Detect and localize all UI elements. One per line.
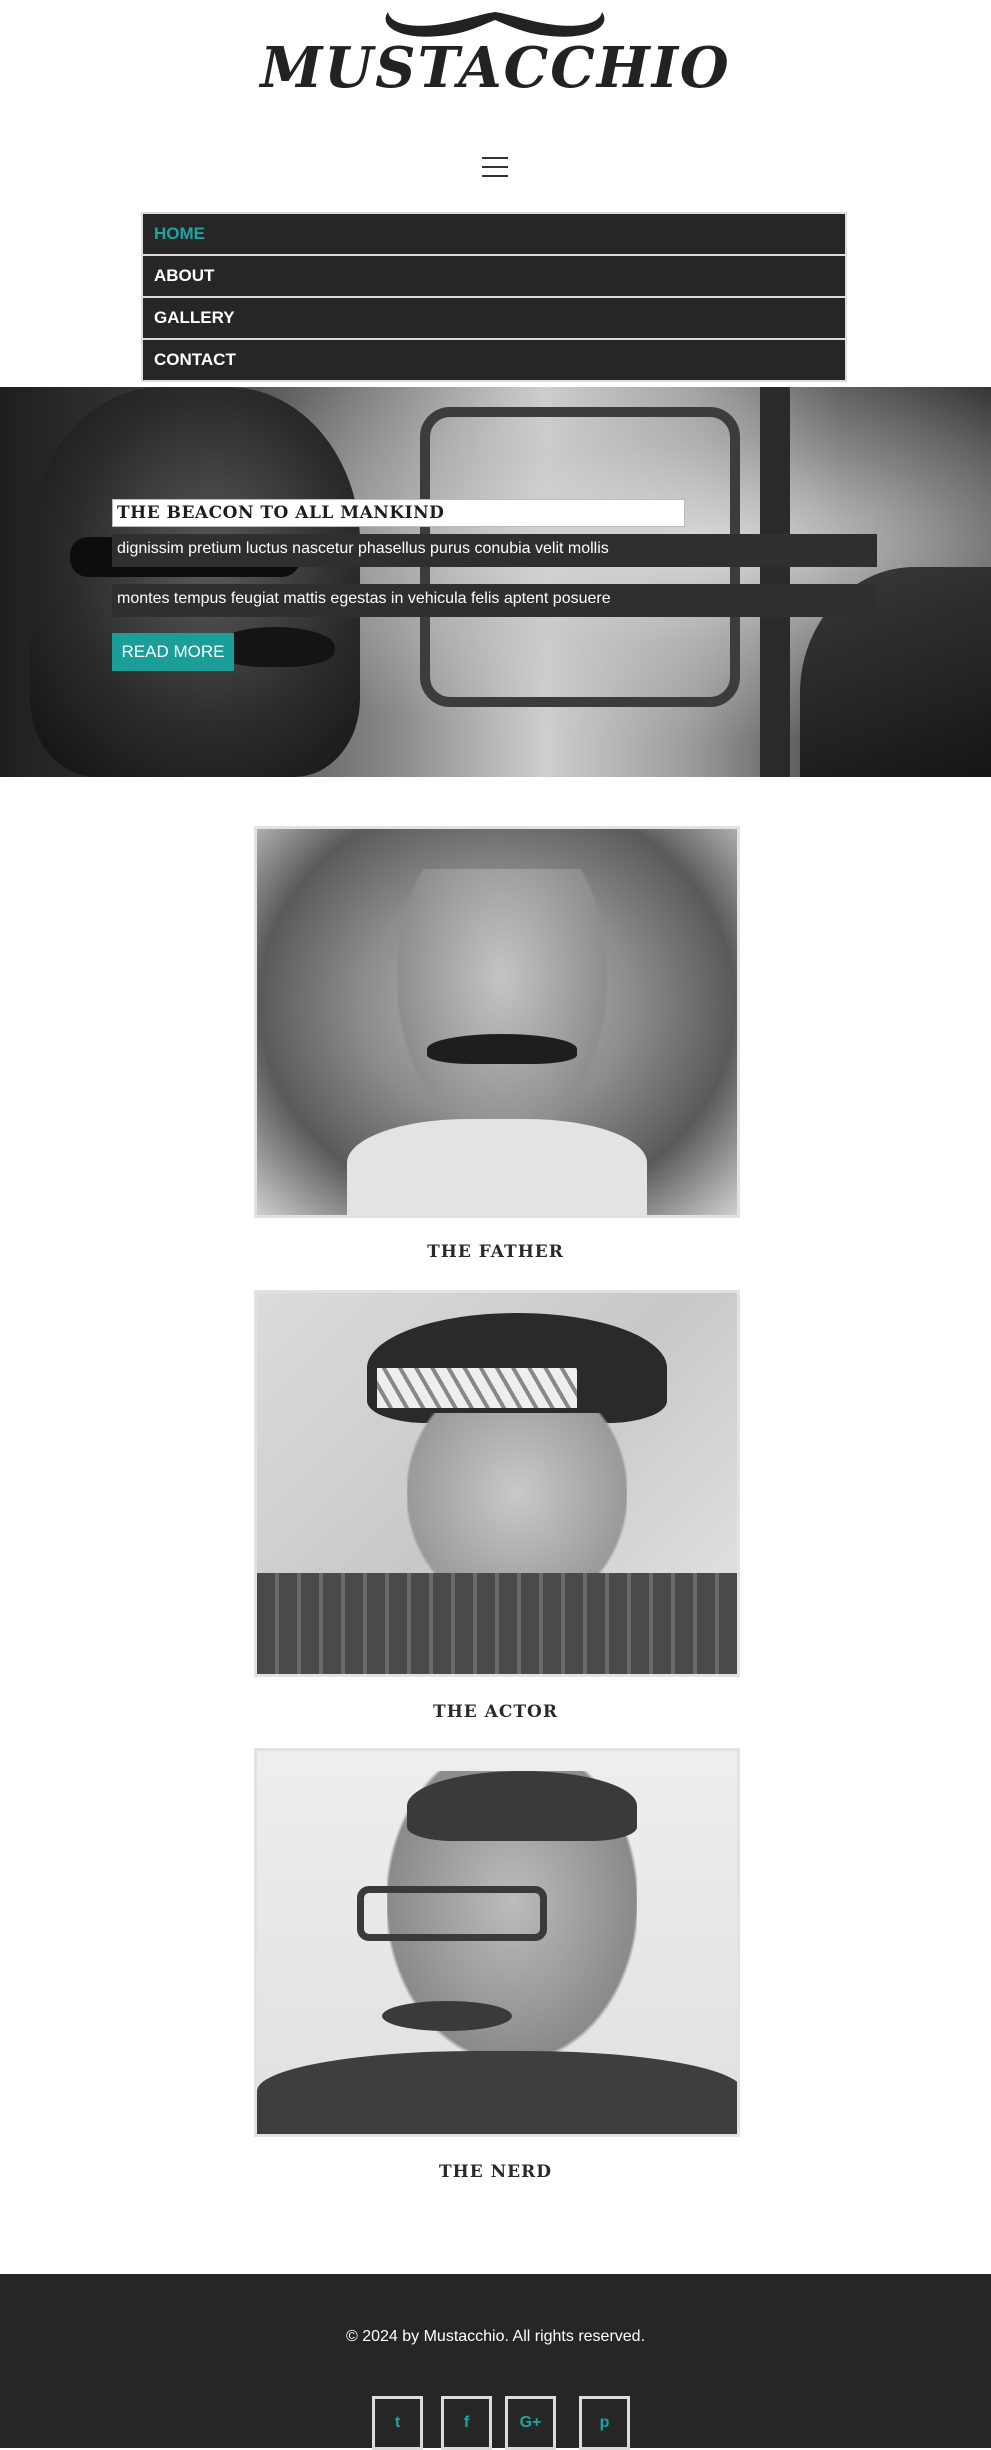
logo-text: MUSTACCHIO — [260, 35, 731, 101]
copyright-text: © 2024 by Mustacchio. All rights reserve… — [345, 2328, 646, 2345]
hero-text-line-2: montes tempus feugiat mattis egestas in … — [112, 584, 877, 617]
main-navigation: HOME ABOUT GALLERY CONTACT — [141, 212, 847, 382]
gallery-image-father[interactable] — [254, 826, 740, 1218]
google-plus-icon[interactable]: G+ — [505, 2396, 556, 2450]
nav-item-about[interactable]: ABOUT — [143, 256, 845, 296]
gallery-caption-nerd: THE NERD — [439, 2162, 552, 2182]
nav-item-home[interactable]: HOME — [143, 214, 845, 254]
gallery-caption-father: THE FATHER — [427, 1242, 564, 1262]
gallery-caption-actor: THE ACTOR — [433, 1702, 558, 1722]
gallery-image-actor[interactable] — [254, 1290, 740, 1677]
pinterest-icon[interactable]: p — [579, 2396, 630, 2450]
gallery-image-nerd[interactable] — [254, 1748, 740, 2137]
twitter-icon[interactable]: t — [372, 2396, 423, 2450]
nav-item-contact[interactable]: CONTACT — [143, 340, 845, 380]
hamburger-menu-icon[interactable] — [482, 157, 508, 179]
site-logo[interactable]: MUSTACCHIO — [0, 0, 991, 110]
hero-text-line-1: dignissim pretium luctus nascetur phasel… — [112, 534, 877, 567]
facebook-icon[interactable]: f — [441, 2396, 492, 2450]
hero-banner-image — [0, 387, 991, 777]
read-more-button[interactable]: READ MORE — [112, 633, 234, 671]
site-footer: © 2024 by Mustacchio. All rights reserve… — [0, 2274, 991, 2450]
nav-item-gallery[interactable]: GALLERY — [143, 298, 845, 338]
hero-title: THE BEACON TO ALL MANKIND — [112, 499, 685, 527]
